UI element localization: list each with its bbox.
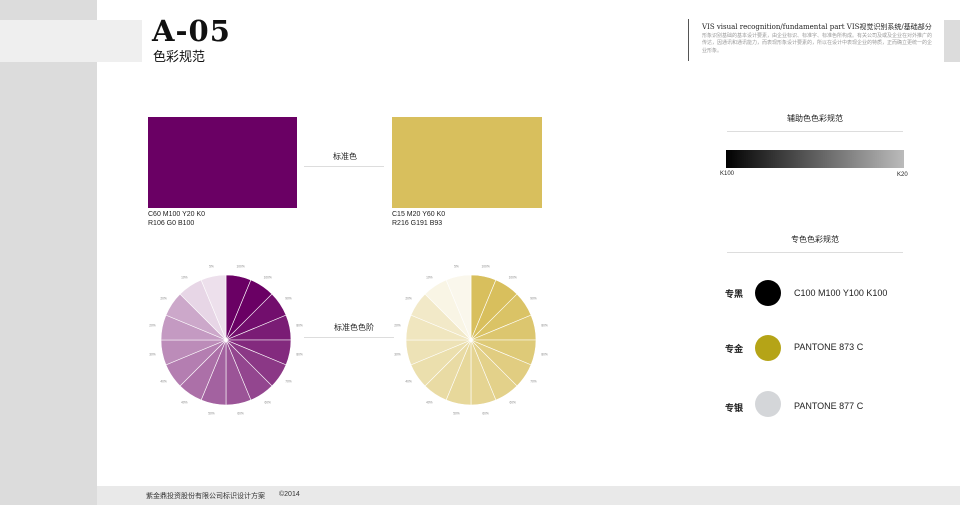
- gold-wheel-tick-label: 30%: [394, 353, 401, 357]
- special-gold-label: 专金: [725, 344, 744, 354]
- gold-wheel-tick-label: 80%: [541, 323, 548, 327]
- aux-divider: [727, 131, 903, 132]
- purple-wheel-tick-label: 50%: [208, 412, 215, 416]
- page-subtitle: 色彩规范: [153, 49, 206, 64]
- gold-wheel-tick-label: 100%: [509, 276, 517, 280]
- purple-wheel-tick-label: 70%: [285, 380, 292, 384]
- gold-wheel-tick-label: 40%: [426, 400, 433, 404]
- purple-wheel-tick-label: 30%: [149, 353, 156, 357]
- purple-wheel-tick-label: 20%: [160, 296, 167, 300]
- k-start-label: K100: [720, 171, 735, 177]
- header-divider: [688, 19, 689, 61]
- scale-divider: [304, 337, 394, 338]
- footer-year: ©2014: [279, 491, 300, 498]
- k-end-label: K20: [897, 172, 908, 178]
- purple-wheel-tick-label: 80%: [296, 353, 303, 357]
- header-description: 形象识别基础的基本设计要素，由企业标识、标准字、标准色所构成。有关公司及或及企业…: [702, 33, 933, 54]
- special-black-dot: [755, 280, 781, 306]
- purple-wheel-tick-label: 10%: [181, 276, 188, 280]
- special-silver-dot: [755, 391, 781, 417]
- gold-rgb: R216 G191 B93: [392, 220, 443, 227]
- special-silver-value: PANTONE 877 C: [794, 401, 864, 411]
- grayscale-gradient-bar: [726, 150, 904, 168]
- header-tab: [0, 20, 142, 62]
- aux-title: 辅助色色彩规范: [787, 114, 843, 123]
- standard-divider: [304, 166, 384, 167]
- purple-wheel-tick-label: 60%: [265, 400, 272, 404]
- special-divider: [727, 252, 903, 253]
- footer-company: 紫金鼎投资股份有限公司标识设计方案: [146, 493, 265, 500]
- special-gold-dot: [755, 335, 781, 361]
- header-title: VIS visual recognition/fundamental part …: [702, 23, 932, 31]
- gold-swatch: [392, 117, 542, 208]
- purple-wheel-tick-label: 20%: [149, 323, 156, 327]
- purple-wheel-tick-label: 80%: [296, 323, 303, 327]
- page-code: A-05: [152, 14, 231, 48]
- special-black-value: C100 M100 Y100 K100: [794, 288, 888, 298]
- purple-cmyk: C60 M100 Y20 K0: [148, 211, 206, 218]
- scale-label: 标准色色阶: [334, 323, 374, 332]
- special-title: 专色色彩规范: [791, 235, 839, 244]
- purple-wheel-tick-label: 40%: [160, 380, 167, 384]
- gold-wheel-tick-label: 10%: [426, 276, 433, 280]
- right-margin-tab: [944, 20, 960, 62]
- purple-wheel-tick-label: 100%: [264, 276, 272, 280]
- purple-wheel-tick-label: 90%: [285, 296, 292, 300]
- gold-tint-wheel: 100% 100% 90% 80% 80% 70% 60% 60% 50% 40% 40% 30% 20…: [394, 264, 548, 416]
- left-margin-bar: [0, 0, 97, 505]
- purple-wheel-tick-label: 40%: [181, 400, 188, 404]
- gold-wheel-tick-label: 60%: [510, 400, 517, 404]
- gold-wheel-tick-label: 80%: [541, 353, 548, 357]
- purple-swatch: [148, 117, 297, 208]
- gold-wheel-tick-label: 100%: [482, 264, 490, 268]
- purple-wheel-tick-label: 100%: [237, 264, 245, 268]
- special-silver-label: 专银: [725, 403, 744, 413]
- gold-wheel-tick-label: 5%: [454, 264, 459, 268]
- gold-wheel-tick-label: 20%: [394, 323, 401, 327]
- gold-wheel-tick-label: 60%: [482, 412, 489, 416]
- purple-tint-wheel: 100% 100% 90% 80% 80% 70% 60% 60% 50% 40% 40% 30% 20…: [149, 264, 303, 416]
- gold-cmyk: C15 M20 Y60 K0: [392, 211, 446, 218]
- purple-wheel-tick-label: 5%: [209, 264, 214, 268]
- gold-wheel-tick-label: 40%: [405, 380, 412, 384]
- special-black-label: 专黑: [725, 289, 744, 299]
- purple-wheel-tick-label: 60%: [237, 412, 244, 416]
- gold-wheel-tick-label: 50%: [453, 412, 460, 416]
- purple-rgb: R106 G0 B100: [148, 220, 195, 227]
- special-gold-value: PANTONE 873 C: [794, 342, 864, 352]
- gold-wheel-tick-label: 20%: [405, 296, 412, 300]
- gold-wheel-tick-label: 90%: [530, 296, 537, 300]
- gold-wheel-tick-label: 70%: [530, 380, 537, 384]
- standard-color-label: 标准色: [333, 152, 357, 161]
